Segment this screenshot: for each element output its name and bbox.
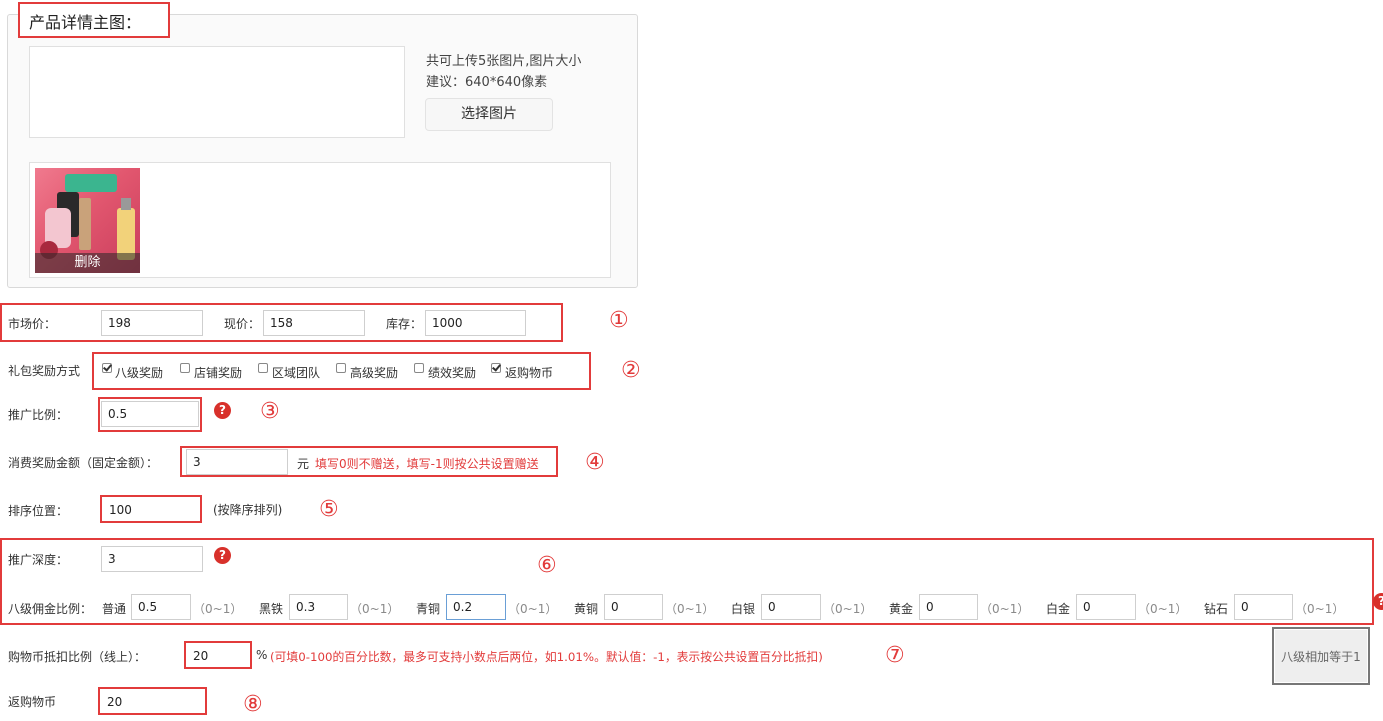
commission-level-input[interactable]: 0 [604, 594, 663, 620]
reward-checkbox-coin[interactable] [491, 363, 501, 373]
marker-3: ③ [260, 399, 280, 424]
marker-7: ⑦ [885, 643, 905, 668]
reward-option-region[interactable]: 区域团队 [272, 364, 320, 381]
commission-level-name: 钻石 [1204, 602, 1229, 616]
upload-hint-line1: 共可上传5张图片,图片大小 [426, 54, 582, 69]
stock-input[interactable]: 1000 [425, 310, 526, 336]
commission-level-name: 黄铜 [574, 602, 599, 616]
commission-level-name: 黄金 [889, 602, 914, 616]
commission-level-name: 白银 [731, 602, 756, 616]
commission-level-name: 白金 [1046, 602, 1071, 616]
coin-deduct-label: 购物币抵扣比例（线上）： [8, 650, 147, 664]
sort-label: 排序位置： [8, 504, 69, 518]
consume-reward-unit: 元 [297, 457, 310, 471]
commission-label: 八级佣金比例： [8, 602, 93, 616]
coin-deduct-percent: % [256, 648, 268, 662]
gallery-legend: 产品详情主图： [18, 2, 170, 38]
commission-level-name: 青铜 [416, 602, 441, 616]
stock-label: 库存： [386, 317, 423, 331]
reward-option-store[interactable]: 店铺奖励 [194, 364, 242, 381]
promo-ratio-label: 推广比例： [8, 408, 69, 422]
sort-note: (按降序排列) [213, 503, 283, 517]
commission-level-input[interactable]: 0 [1076, 594, 1136, 620]
thumbnail-delete-label: 删除 [74, 255, 101, 270]
consume-reward-note: 填写0则不赠送，填写-1则按公共设置赠送 [315, 457, 539, 471]
commission-level-input[interactable]: 0.5 [131, 594, 191, 620]
sum-equals-one-button[interactable]: 八级相加等于1 [1272, 627, 1370, 685]
sort-input[interactable]: 100 [102, 497, 200, 521]
commission-range-hint: （0~1） [823, 602, 873, 616]
marker-2: ② [621, 358, 641, 383]
commission-range-hint: （0~1） [665, 602, 715, 616]
reward-checkbox-level8[interactable] [102, 363, 112, 373]
product-thumbnail[interactable]: 删除 [35, 168, 140, 273]
reward-checkbox-senior[interactable] [336, 363, 346, 373]
promo-ratio-input[interactable]: 0.5 [101, 401, 199, 427]
upload-hint-line2: 建议：640*640像素 [426, 75, 548, 90]
reward-option-senior[interactable]: 高级奖励 [350, 364, 398, 381]
reward-checkbox-region[interactable] [258, 363, 268, 373]
commission-level-input[interactable]: 0 [919, 594, 978, 620]
commission-level-input[interactable]: 0 [1234, 594, 1293, 620]
consume-reward-label: 消费奖励金额（固定金额）： [8, 456, 159, 470]
marker-1: ① [609, 308, 629, 333]
commission-level-input[interactable]: 0.2 [446, 594, 506, 620]
commission-range-hint: （0~1） [508, 602, 558, 616]
commission-range-hint: （0~1） [1295, 602, 1345, 616]
reward-method-label: 礼包奖励方式 [8, 364, 81, 378]
sum-equals-one-label: 八级相加等于1 [1281, 650, 1361, 664]
marker-4: ④ [585, 450, 605, 475]
commission-level-input[interactable]: 0.3 [289, 594, 348, 620]
marker-6: ⑥ [537, 553, 557, 578]
commission-level-name: 普通 [102, 602, 127, 616]
depth-label: 推广深度： [8, 553, 69, 567]
commission-range-hint: （0~1） [193, 602, 243, 616]
select-image-button[interactable]: 选择图片 [425, 98, 553, 131]
marker-8: ⑧ [243, 692, 263, 717]
promo-ratio-help-icon[interactable]: ? [214, 402, 231, 419]
market-price-label: 市场价： [8, 317, 57, 331]
commission-help-icon[interactable]: ? [1373, 593, 1383, 610]
commission-range-hint: （0~1） [980, 602, 1030, 616]
rebate-coin-input[interactable]: 20 [100, 689, 205, 713]
coin-deduct-note: (可填0-100的百分比数，最多可支持小数点后两位，如1.01%。默认值：-1，… [270, 650, 823, 664]
depth-help-icon[interactable]: ? [214, 547, 231, 564]
reward-option-level8[interactable]: 八级奖励 [115, 364, 163, 381]
reward-option-coin[interactable]: 返购物币 [505, 364, 553, 381]
upload-preview-area [29, 46, 405, 138]
gallery-legend-text: 产品详情主图： [29, 13, 142, 32]
current-price-input[interactable]: 158 [263, 310, 365, 336]
coin-deduct-input[interactable]: 20 [186, 643, 250, 667]
depth-input[interactable]: 3 [101, 546, 203, 572]
commission-level-name: 黑铁 [259, 602, 284, 616]
commission-range-hint: （0~1） [350, 602, 400, 616]
consume-reward-input[interactable]: 3 [186, 449, 288, 475]
commission-range-hint: （0~1） [1138, 602, 1188, 616]
commission-level-input[interactable]: 0 [761, 594, 821, 620]
reward-option-performance[interactable]: 绩效奖励 [428, 364, 476, 381]
market-price-input[interactable]: 198 [101, 310, 203, 336]
thumbnail-delete-bar[interactable]: 删除 [35, 253, 140, 273]
marker-5: ⑤ [319, 497, 339, 522]
rebate-coin-label: 返购物币 [8, 695, 57, 709]
reward-checkbox-performance[interactable] [414, 363, 424, 373]
reward-checkbox-store[interactable] [180, 363, 190, 373]
current-price-label: 现价： [224, 317, 261, 331]
